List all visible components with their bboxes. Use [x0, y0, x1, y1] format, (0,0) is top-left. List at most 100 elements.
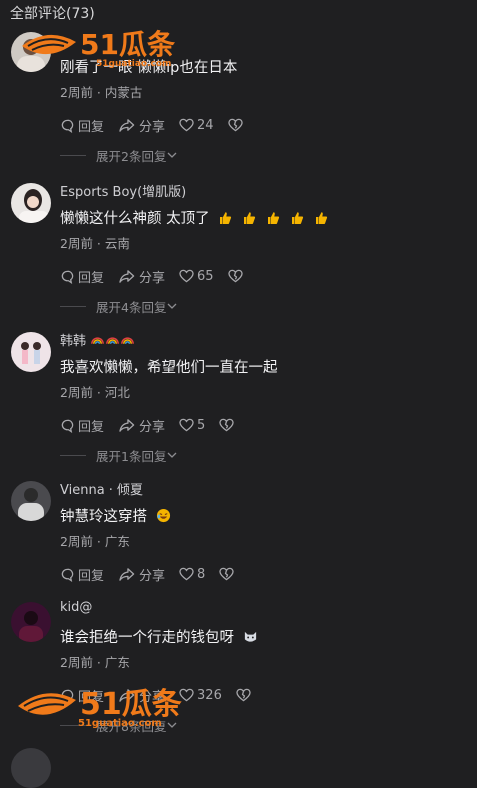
reply-button[interactable]: 回复 — [60, 686, 104, 705]
share-button[interactable]: 分享 — [118, 686, 165, 705]
like-count: 326 — [197, 687, 222, 703]
share-icon — [118, 688, 136, 703]
reply-button[interactable]: 回复 — [60, 416, 104, 435]
comment-actions: 回复 分享 65 — [60, 266, 257, 286]
expand-replies-button[interactable]: 展开4条回复 — [60, 297, 178, 316]
broken-heart-icon — [227, 118, 243, 132]
share-button[interactable]: 分享 — [118, 416, 165, 435]
comment-meta: 2周前 · 河北 — [60, 385, 130, 400]
reply-icon — [60, 418, 75, 433]
broken-heart-icon — [219, 418, 234, 432]
thumbs-up-icon — [218, 211, 232, 225]
comment-actions: 回复 分享 8 — [60, 564, 248, 584]
share-label: 分享 — [139, 119, 166, 135]
share-button[interactable]: 分享 — [118, 267, 165, 286]
laughing-face-icon — [156, 508, 170, 523]
dislike-button[interactable] — [219, 418, 234, 432]
like-button[interactable]: 65 — [179, 269, 214, 284]
comments-header: 全部评论(73) — [10, 6, 95, 22]
chevron-down-icon — [166, 148, 178, 163]
divider-line — [60, 725, 86, 726]
reply-icon — [60, 688, 75, 703]
share-label: 分享 — [139, 568, 166, 584]
heart-icon — [179, 418, 194, 432]
expand-label: 展开4条回复 — [96, 300, 167, 315]
like-button[interactable]: 24 — [179, 118, 214, 133]
share-icon — [118, 118, 136, 133]
avatar[interactable] — [11, 748, 51, 788]
reply-icon — [60, 269, 75, 284]
avatar[interactable] — [11, 183, 51, 223]
avatar[interactable] — [11, 32, 51, 72]
heart-icon — [179, 269, 194, 283]
share-icon — [118, 567, 136, 582]
comment-author[interactable]: kid@ — [60, 600, 92, 615]
rainbow-icon — [105, 334, 120, 349]
share-button[interactable]: 分享 — [118, 116, 165, 135]
comment-text: 刚看了一眼 懒懒ip也在日本 — [60, 60, 238, 76]
reply-icon — [60, 118, 75, 133]
expand-label: 展开1条回复 — [96, 449, 167, 464]
comment-author[interactable]: Esports Boy(增肌版) — [60, 181, 186, 200]
like-button[interactable]: 326 — [179, 688, 222, 703]
reply-label: 回复 — [78, 419, 105, 435]
dislike-button[interactable] — [219, 567, 234, 581]
comment-meta: 2周前 · 云南 — [60, 236, 130, 251]
share-label: 分享 — [139, 419, 166, 435]
expand-replies-button[interactable]: 展开1条回复 — [60, 446, 178, 465]
divider-line — [60, 455, 86, 456]
share-label: 分享 — [139, 689, 166, 705]
reply-label: 回复 — [78, 119, 105, 135]
thumbs-up-icon — [314, 211, 328, 225]
like-count: 8 — [197, 566, 206, 582]
like-count: 24 — [197, 117, 214, 133]
thumbs-up-icon — [266, 211, 280, 225]
chevron-down-icon — [166, 299, 178, 314]
chevron-down-icon — [166, 448, 178, 463]
share-button[interactable]: 分享 — [118, 565, 165, 584]
comment-actions: 回复 分享 5 — [60, 415, 248, 435]
thumbs-up-icon — [242, 211, 256, 225]
avatar[interactable] — [11, 602, 51, 642]
dislike-button[interactable] — [227, 269, 243, 283]
heart-icon — [179, 567, 194, 581]
expand-label: 展开2条回复 — [96, 149, 167, 164]
expand-replies-button[interactable]: 展开8条回复 — [60, 716, 178, 735]
reply-button[interactable]: 回复 — [60, 116, 104, 135]
comment-text: 谁会拒绝一个行走的钱包呀 — [60, 626, 257, 647]
dislike-button[interactable] — [227, 118, 243, 132]
share-icon — [118, 418, 136, 433]
reply-button[interactable]: 回复 — [60, 565, 104, 584]
comment-text: 懒懒这什么神颜 太顶了 — [60, 207, 328, 228]
reply-label: 回复 — [78, 568, 105, 584]
like-button[interactable]: 8 — [179, 567, 205, 582]
thumbs-up-icon — [290, 211, 304, 225]
comment-text-content: 钟慧玲这穿搭 — [60, 509, 147, 525]
rainbow-icon — [120, 334, 135, 349]
expand-label: 展开8条回复 — [96, 719, 167, 734]
avatar[interactable] — [11, 481, 51, 521]
comment-author-text: 韩韩 — [60, 334, 87, 349]
like-count: 5 — [197, 417, 206, 433]
comment-author[interactable]: 韩韩 — [60, 330, 135, 349]
broken-heart-icon — [219, 567, 234, 581]
dislike-button[interactable] — [236, 688, 251, 702]
share-icon — [118, 269, 136, 284]
comment-author[interactable]: Vienna · 倾夏 — [60, 479, 143, 498]
cat-face-icon — [243, 629, 257, 643]
like-count: 65 — [197, 268, 214, 284]
like-button[interactable]: 5 — [179, 418, 205, 433]
rainbow-icon — [90, 334, 105, 349]
comment-actions: 回复 分享 24 — [60, 115, 257, 135]
heart-icon — [179, 688, 194, 702]
broken-heart-icon — [227, 269, 243, 283]
comment-text: 钟慧玲这穿搭 — [60, 505, 170, 526]
reply-button[interactable]: 回复 — [60, 267, 104, 286]
avatar[interactable] — [11, 332, 51, 372]
reply-label: 回复 — [78, 689, 105, 705]
expand-replies-button[interactable]: 展开2条回复 — [60, 146, 178, 165]
comment-text: 我喜欢懒懒，希望他们一直在一起 — [60, 360, 278, 376]
comment-text-content: 懒懒这什么神颜 太顶了 — [60, 211, 210, 227]
comment-meta: 2周前 · 广东 — [60, 655, 130, 670]
divider-line — [60, 306, 86, 307]
